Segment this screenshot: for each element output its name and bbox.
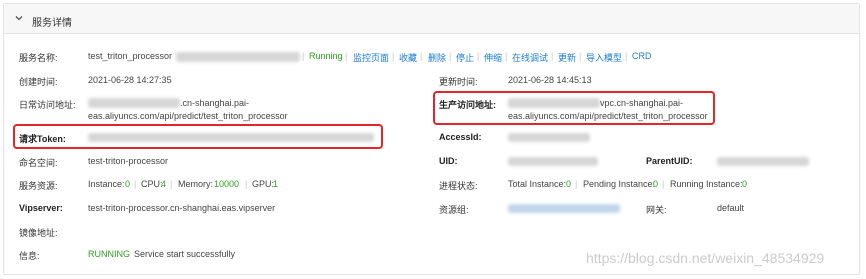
process-status-label: 进程状态: <box>439 181 478 191</box>
redacted-accessid <box>508 133 590 142</box>
pending-instance-value: 0 <box>653 179 659 189</box>
create-time-label: 创建时间: <box>19 77 58 87</box>
crd-link[interactable]: CRD <box>632 51 652 61</box>
stop-link[interactable]: 停止 <box>456 51 474 64</box>
parentuid-label: ParentUID: <box>646 156 693 166</box>
namespace-value: test-triton-processor <box>88 156 169 166</box>
vipserver-label: Vipserver: <box>19 203 63 213</box>
blog-watermark: https://blog.csdn.net/weixin_48534929 <box>586 250 825 266</box>
chevron-down-icon[interactable] <box>15 14 23 22</box>
redacted-service-id <box>176 52 300 62</box>
gpu-label: GPU: <box>252 179 275 189</box>
running-instance-label: Running Instance: <box>670 179 743 189</box>
cpu-value: 4 <box>161 179 167 189</box>
instance-value: 0 <box>125 179 131 189</box>
gpu-value: 1 <box>273 179 279 189</box>
service-name-label: 服务名称: <box>19 53 58 63</box>
token-highlight <box>13 124 383 149</box>
memory-label: Memory: <box>178 179 214 189</box>
total-instance-label: Total Instance: <box>508 179 567 189</box>
redacted-parentuid <box>717 157 809 166</box>
uid-label: UID: <box>439 156 458 166</box>
pending-instance-label: Pending Instance: <box>583 179 656 189</box>
namespace-label: 命名空间: <box>19 158 58 168</box>
daily-address-line2: eas.aliyuncs.com/api/predict/test_triton… <box>88 111 288 121</box>
update-time-label: 更新时间: <box>439 77 478 87</box>
online-debug-link[interactable]: 在线调试 <box>512 51 548 64</box>
info-label: 信息: <box>19 251 40 261</box>
update-time-value: 2021-06-28 14:45:13 <box>508 75 592 85</box>
update-link[interactable]: 更新 <box>558 51 576 64</box>
resource-label: 服务资源: <box>19 181 58 191</box>
memory-value: 10000 <box>214 179 240 189</box>
redacted-daily-endpoint <box>88 98 180 108</box>
monitor-page-link[interactable]: 监控页面 <box>353 51 389 64</box>
panel-header[interactable]: 服务详情 <box>4 4 859 34</box>
create-time-value: 2021-06-28 14:27:35 <box>88 75 172 85</box>
panel-title: 服务详情 <box>32 18 72 29</box>
service-name-value: test_triton_processor <box>88 51 173 61</box>
delete-link[interactable]: 删除 <box>428 51 446 64</box>
image-address-label: 镜像地址: <box>19 228 58 238</box>
instance-label: Instance: <box>88 179 125 189</box>
daily-address-line1: .cn-shanghai.pai- <box>180 98 250 108</box>
total-instance-value: 0 <box>566 179 572 189</box>
info-status: RUNNING <box>88 249 130 259</box>
import-model-link[interactable]: 导入模型 <box>586 51 622 64</box>
cpu-label: CPU: <box>141 179 163 189</box>
accessid-label: AccessId: <box>439 132 482 142</box>
redacted-uid <box>508 157 598 166</box>
status-running: Running <box>309 51 343 61</box>
scale-link[interactable]: 伸缩 <box>484 51 502 64</box>
resource-group-label: 资源组: <box>439 205 469 215</box>
running-instance-value: 0 <box>742 179 748 189</box>
gateway-value: default <box>717 203 745 213</box>
prod-address-highlight <box>433 91 715 125</box>
vipserver-value: test-triton-processor.cn-shanghai.eas.vi… <box>88 203 276 213</box>
info-message: Service start successfully <box>134 249 236 259</box>
favorite-link[interactable]: 收藏 <box>399 51 417 64</box>
redacted-resource-group <box>508 204 620 213</box>
gateway-label: 网关: <box>646 205 667 215</box>
daily-address-label: 日常访问地址: <box>19 100 76 110</box>
